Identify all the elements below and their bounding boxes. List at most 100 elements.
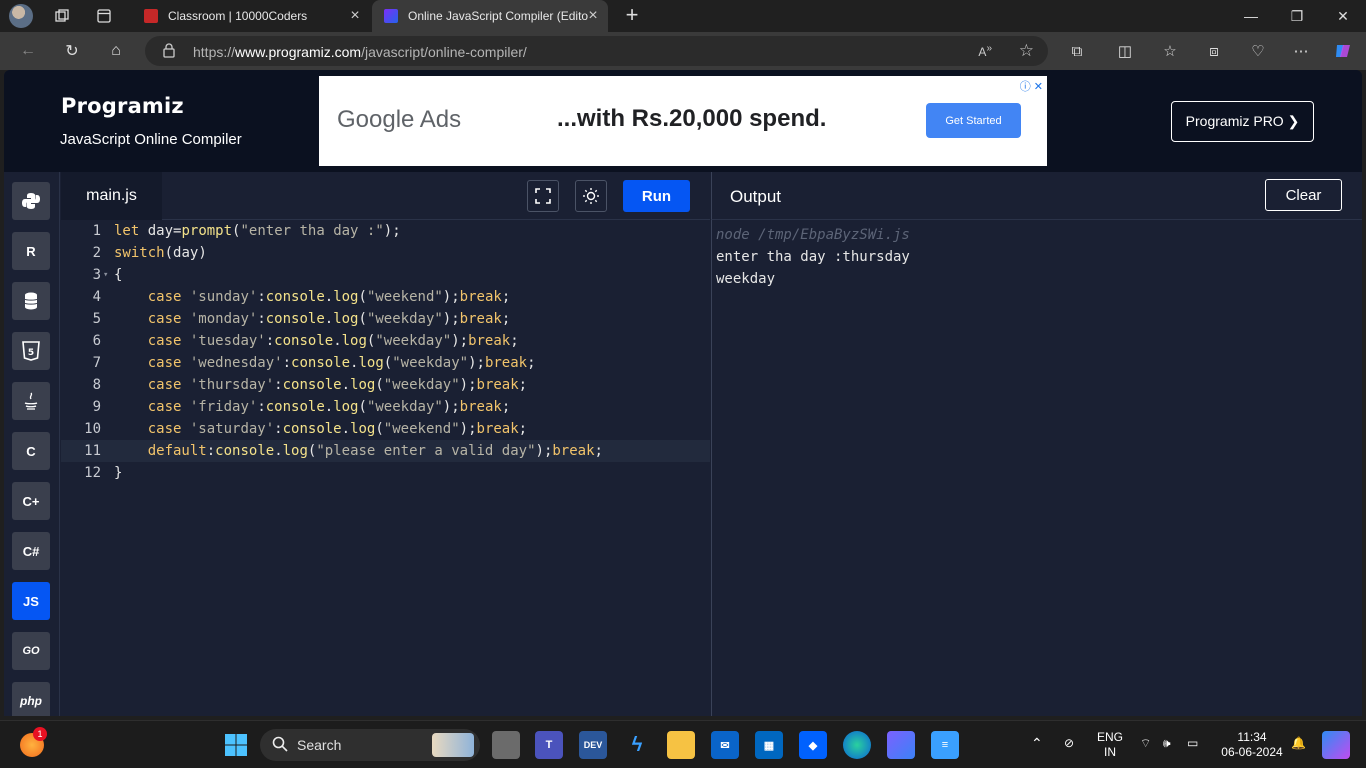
- split-screen-icon[interactable]: ◫: [1114, 40, 1136, 62]
- code-line[interactable]: 2 switch(day): [61, 242, 710, 264]
- code-text: case 'monday':console.log("weekday");bre…: [147, 311, 511, 327]
- new-tab-button[interactable]: +: [620, 4, 644, 28]
- fold-arrow-icon[interactable]: ▾: [103, 264, 108, 286]
- line-number: 7: [92, 355, 101, 371]
- html-icon[interactable]: 5: [12, 332, 50, 370]
- output-header: Output Clear: [711, 172, 1362, 220]
- notepad-icon[interactable]: ≡: [931, 731, 959, 759]
- file-explorer-icon[interactable]: [667, 731, 695, 759]
- code-text: switch(day): [114, 245, 207, 261]
- code-line[interactable]: 1 let day=prompt("enter tha day :");: [61, 220, 710, 242]
- browser-tab-strip: Classroom | 10000Coders × Online JavaScr…: [0, 0, 1366, 32]
- run-button[interactable]: Run: [623, 180, 690, 212]
- close-icon[interactable]: ×: [586, 8, 600, 24]
- favorites-icon[interactable]: ☆: [1159, 40, 1181, 62]
- code-line[interactable]: 11 default:console.log("please enter a v…: [61, 440, 710, 462]
- minimize-button[interactable]: —: [1228, 0, 1274, 32]
- code-line[interactable]: 12}: [61, 462, 710, 484]
- line-number: 8: [92, 377, 101, 393]
- r-icon[interactable]: R: [12, 232, 50, 270]
- fullscreen-icon[interactable]: [527, 180, 559, 212]
- c-icon[interactable]: C: [12, 432, 50, 470]
- code-line[interactable]: 4 case 'sunday':console.log("weekend");b…: [61, 286, 710, 308]
- code-line[interactable]: 3 ▾ {: [61, 264, 710, 286]
- clock[interactable]: 11:34 06-06-2024: [1220, 730, 1284, 760]
- edge-icon[interactable]: [843, 731, 871, 759]
- back-icon[interactable]: ←: [17, 40, 39, 62]
- workspaces-icon[interactable]: [52, 6, 72, 26]
- refresh-icon[interactable]: ↻: [61, 40, 83, 62]
- browser-essentials-icon[interactable]: ♡: [1247, 40, 1269, 62]
- close-icon[interactable]: ×: [348, 8, 362, 24]
- language-indicator[interactable]: ENG IN: [1096, 730, 1124, 760]
- programiz-logo[interactable]: Programiz: [61, 94, 184, 118]
- output-console[interactable]: node /tmp/EbpaByzSWi.js enter tha day :t…: [711, 220, 1362, 716]
- more-menu-icon[interactable]: ⋯: [1290, 40, 1312, 62]
- code-line[interactable]: 6 case 'tuesday':console.log("weekday");…: [61, 330, 710, 352]
- line-number: 4: [92, 289, 101, 305]
- home-icon[interactable]: ⌂: [105, 40, 127, 62]
- search-label: Search: [297, 737, 342, 753]
- code-text: }: [114, 465, 123, 481]
- go-icon[interactable]: GO: [12, 632, 50, 670]
- php-icon[interactable]: php: [12, 682, 50, 716]
- copilot-tray-icon[interactable]: [1322, 731, 1350, 759]
- url-text[interactable]: https://www.programiz.com/javascript/onl…: [193, 44, 527, 60]
- line-number: 3: [92, 267, 101, 283]
- tab-favicon: [384, 9, 398, 23]
- copilot-app-icon[interactable]: [887, 731, 915, 759]
- start-icon[interactable]: [222, 731, 250, 759]
- theme-toggle-icon[interactable]: [575, 180, 607, 212]
- dropbox-icon[interactable]: ◆: [799, 731, 827, 759]
- teams-icon[interactable]: T: [535, 731, 563, 759]
- tab-classroom[interactable]: Classroom | 10000Coders ×: [132, 0, 370, 32]
- favorite-star-icon[interactable]: ☆: [1019, 41, 1034, 61]
- vscode-bolt-icon[interactable]: ϟ: [623, 731, 651, 759]
- js-icon[interactable]: JS: [12, 582, 50, 620]
- programiz-pro-button[interactable]: Programiz PRO ❯: [1171, 101, 1314, 142]
- code-line[interactable]: 7 case 'wednesday':console.log("weekday"…: [61, 352, 710, 374]
- address-bar[interactable]: https://www.programiz.com/javascript/onl…: [145, 36, 1048, 66]
- volume-icon[interactable]: 🕪: [1163, 736, 1171, 751]
- battery-icon[interactable]: ▭: [1187, 736, 1198, 751]
- mail-icon[interactable]: ✉: [711, 731, 739, 759]
- file-tab-main-js[interactable]: main.js: [61, 172, 162, 220]
- devhome-icon[interactable]: DEV: [579, 731, 607, 759]
- lang-line1: ENG: [1096, 730, 1123, 744]
- wifi-icon[interactable]: ⌔: [1140, 736, 1151, 751]
- ad-banner[interactable]: Google Ads ...with Rs.20,000 spend. Get …: [319, 76, 1047, 166]
- code-line[interactable]: 5 case 'monday':console.log("weekday");b…: [61, 308, 710, 330]
- show-hidden-icons-icon[interactable]: ⌃: [1031, 736, 1043, 751]
- store-icon[interactable]: ▦: [755, 731, 783, 759]
- clock-date: 06-06-2024: [1221, 745, 1283, 759]
- code-line[interactable]: 8 case 'thursday':console.log("weekday")…: [61, 374, 710, 396]
- code-line[interactable]: 10 case 'saturday':console.log("weekend"…: [61, 418, 710, 440]
- tab-programiz[interactable]: Online JavaScript Compiler (Edito ×: [372, 0, 608, 32]
- python-icon[interactable]: [12, 182, 50, 220]
- restore-button[interactable]: ❐: [1274, 0, 1320, 32]
- lang-label: JS: [23, 593, 39, 609]
- code-line[interactable]: 9 case 'friday':console.log("weekday");b…: [61, 396, 710, 418]
- task-view-icon[interactable]: [492, 731, 520, 759]
- read-aloud-icon[interactable]: A»: [978, 43, 992, 59]
- csharp-icon[interactable]: C#: [12, 532, 50, 570]
- extensions-icon[interactable]: ⧉: [1066, 40, 1088, 62]
- lock-icon[interactable]: [163, 43, 175, 63]
- ad-get-started-button[interactable]: Get Started: [926, 103, 1021, 138]
- line-number: 11: [84, 443, 101, 459]
- tab-actions-icon[interactable]: [94, 6, 114, 26]
- notification-badge: 1: [33, 727, 47, 741]
- sql-icon[interactable]: [12, 282, 50, 320]
- profile-avatar[interactable]: [9, 4, 33, 28]
- clear-button[interactable]: Clear: [1265, 179, 1342, 211]
- code-editor[interactable]: 1 let day=prompt("enter tha day :"); 2 swit…: [61, 220, 710, 716]
- copilot-icon[interactable]: [1332, 40, 1354, 62]
- collections-icon[interactable]: ⧈: [1203, 40, 1225, 62]
- network-off-icon[interactable]: ⊘: [1064, 736, 1074, 751]
- cpp-icon[interactable]: C+: [12, 482, 50, 520]
- notifications-bell-icon[interactable]: 🔔: [1291, 736, 1306, 751]
- close-window-button[interactable]: ✕: [1320, 0, 1366, 32]
- taskbar-search[interactable]: Search: [260, 729, 480, 761]
- ad-info-icon[interactable]: ⓘ ✕: [1020, 78, 1043, 94]
- java-icon[interactable]: [12, 382, 50, 420]
